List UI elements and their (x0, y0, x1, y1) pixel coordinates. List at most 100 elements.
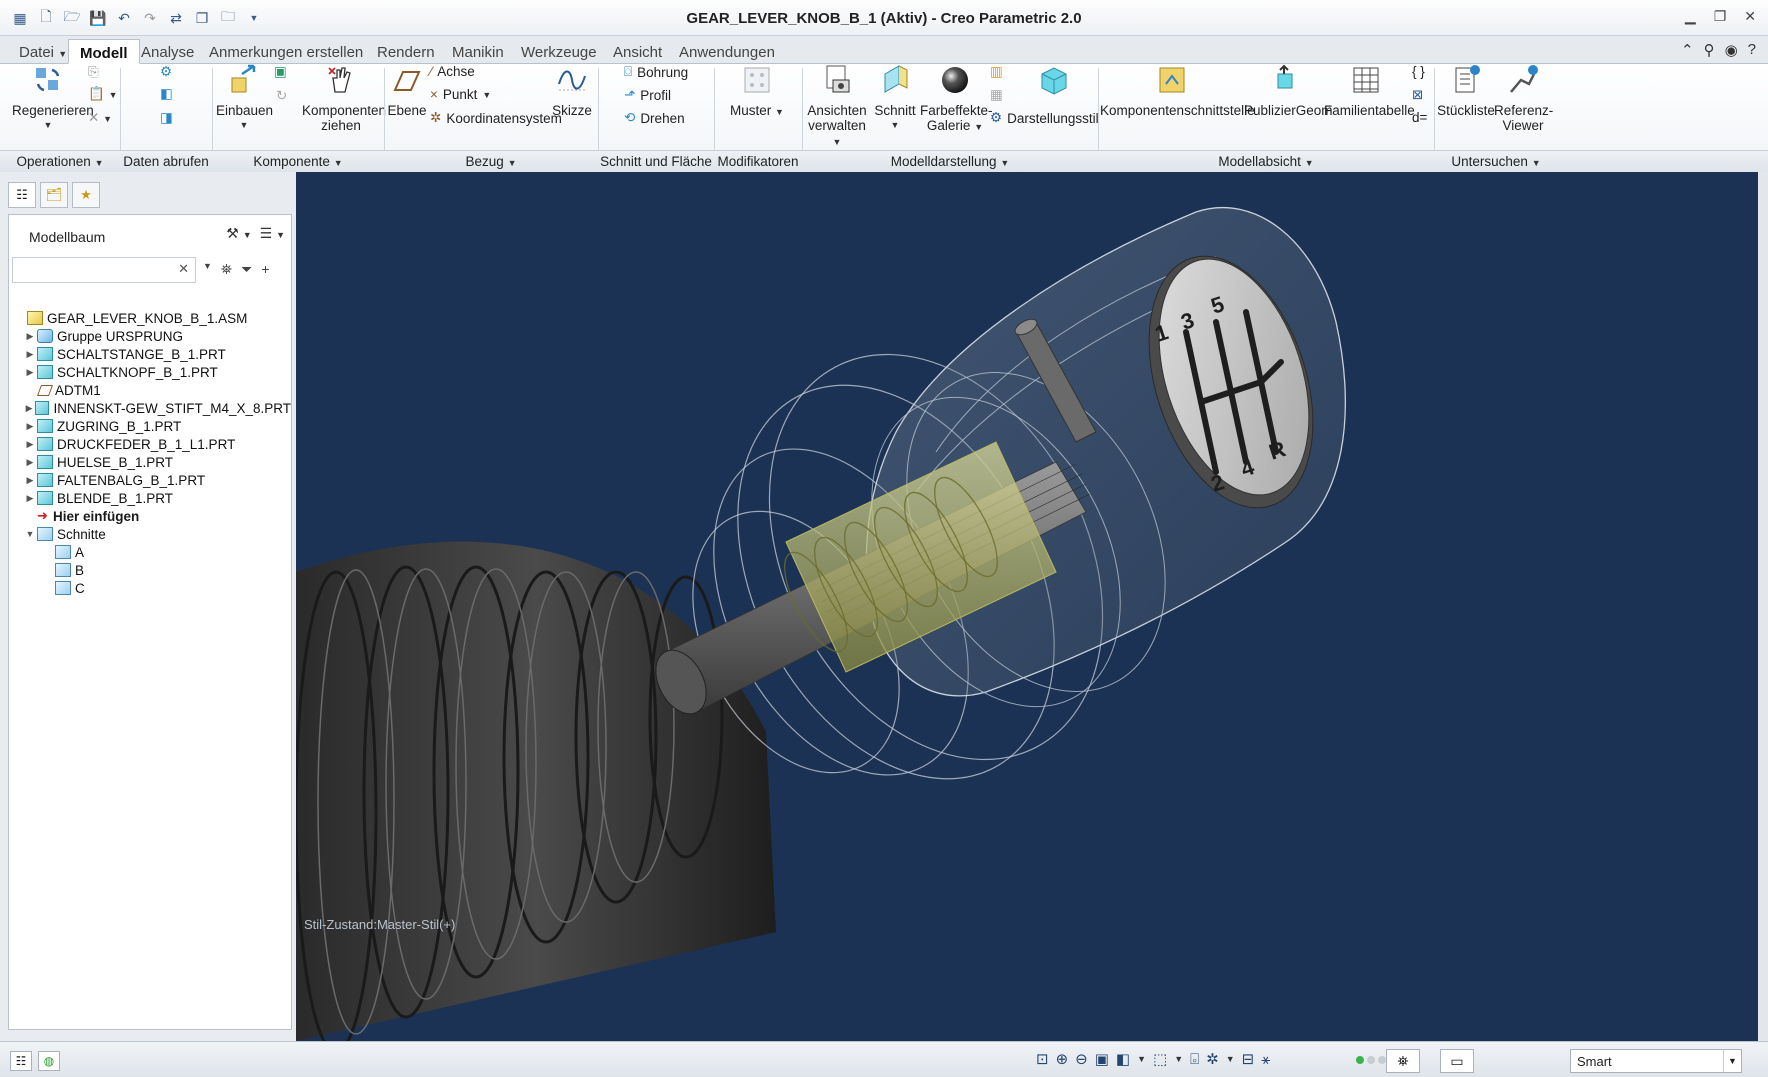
view-manager-icon[interactable]: ⌻ (1190, 1051, 1199, 1068)
merge-icon[interactable]: ◨ (160, 110, 173, 126)
help-icon[interactable]: ? (1748, 41, 1756, 59)
zoom-out-icon[interactable]: ⊖ (1075, 1050, 1088, 1068)
copy-geom-icon[interactable]: ⚙ (160, 64, 172, 80)
group-bezug[interactable]: Bezug ▼ (384, 154, 598, 169)
display-style-icon[interactable]: ◧ (1116, 1050, 1130, 1068)
group-modelldarstellung[interactable]: Modelldarstellung ▼ (802, 154, 1098, 169)
group-untersuchen[interactable]: Untersuchen ▼ (1434, 154, 1558, 169)
expand-toggle-icon[interactable]: ▶ (23, 331, 37, 342)
display-grid-icon[interactable]: ▦ (990, 87, 1003, 103)
group-komponente[interactable]: Komponente ▼ (212, 154, 384, 169)
shrinkwrap-icon[interactable]: ◧ (160, 86, 173, 102)
tab-werkzeuge[interactable]: Werkzeuge (510, 39, 608, 64)
display-style-small-icon[interactable]: ▥ (990, 64, 1003, 80)
datum-display-icon[interactable]: ✲ (1206, 1050, 1219, 1068)
expand-toggle-icon[interactable]: ▶ (23, 439, 37, 450)
paste-icon[interactable]: 📋 ▼ (88, 86, 117, 102)
expand-toggle-icon[interactable]: ▶ (23, 493, 37, 504)
expand-toggle-icon[interactable]: ▶ (23, 457, 37, 468)
tree-row[interactable]: ▶ BLENDE_B_1.PRT (13, 489, 291, 507)
tab-manikin[interactable]: Manikin (441, 39, 515, 64)
ebene-button[interactable]: Ebene (386, 64, 428, 118)
tree-row[interactable]: ▶ HUELSE_B_1.PRT (13, 453, 291, 471)
relations-icon[interactable]: ⊠ (1412, 87, 1423, 103)
group-modellabsicht[interactable]: Modellabsicht ▼ (1098, 154, 1434, 169)
darstellungsstil-button[interactable]: ⚙ Darstellungsstil (990, 110, 1099, 126)
refit-icon[interactable]: ⊡ (1036, 1050, 1049, 1068)
komponenten-ziehen-button[interactable]: Komponenten ziehen (302, 64, 386, 133)
search-icon[interactable]: ⚲ (1704, 41, 1715, 59)
profil-button[interactable]: ⬏ Profil (624, 87, 671, 103)
expand-toggle-icon[interactable]: ▶ (23, 475, 37, 486)
referenz-viewer-button[interactable]: Referenz- Viewer (1494, 64, 1553, 133)
braces-icon[interactable]: { } (1412, 64, 1425, 79)
komponentenschnittstelle-button[interactable]: Komponentenschnittstelle (1100, 64, 1255, 118)
group-operationen[interactable]: Operationen ▼ (0, 154, 120, 169)
display-style-cube-button[interactable] (1036, 64, 1072, 103)
favorites-tab-icon[interactable]: ★ (72, 182, 100, 208)
expand-toggle-icon[interactable]: ▶ (23, 403, 35, 414)
muster-button[interactable]: Muster ▼ (730, 64, 784, 120)
koordinatensystem-button[interactable]: ✲ Koordinatensystem (430, 110, 562, 126)
tree-settings-icon[interactable]: ⚒ ▼ (226, 225, 251, 242)
tree-row[interactable]: B (13, 561, 291, 579)
chevron-down-icon[interactable]: ▼ (1723, 1050, 1741, 1072)
tab-modell[interactable]: Modell (68, 39, 140, 64)
folder-browser-tab-icon[interactable]: 🗂 (40, 182, 68, 208)
zoom-in-icon[interactable]: ⊕ (1056, 1050, 1069, 1068)
familientabelle-button[interactable]: Familientabelle (1324, 64, 1415, 118)
tree-row[interactable]: ▶ Gruppe URSPRUNG (13, 327, 291, 345)
search-dropdown-icon[interactable]: ▼ (203, 261, 212, 278)
tab-anmerkungen[interactable]: Anmerkungen erstellen (198, 39, 374, 64)
parameters-button[interactable]: d= (1412, 110, 1427, 125)
selection-filter-select[interactable]: Smart ▼ (1570, 1049, 1742, 1073)
tree-row[interactable]: ▶ INNENSKT-GEW_STIFT_M4_X_8.PRT (13, 399, 291, 417)
community-icon[interactable]: ◉ (1725, 41, 1738, 59)
tree-columns-icon[interactable]: ☰ ▼ (260, 225, 285, 242)
tab-analyse[interactable]: Analyse (130, 39, 205, 64)
clear-search-icon[interactable]: ✕ (178, 261, 189, 277)
tab-rendern[interactable]: Rendern (366, 39, 446, 64)
annotation-display-icon[interactable]: ⊟ (1242, 1050, 1255, 1068)
tree-row[interactable]: ▶ DRUCKFEDER_B_1_L1.PRT (13, 435, 291, 453)
delete-icon[interactable]: ✕ ▼ (88, 110, 112, 126)
find-binoculars-icon[interactable]: ⛯ (221, 261, 232, 278)
model-tree-tab-icon[interactable]: ☷ (8, 182, 36, 208)
expand-toggle-icon[interactable]: ▼ (23, 529, 37, 539)
bohrung-button[interactable]: ⌼ Bohrung (624, 64, 688, 80)
toggle-navigator-icon[interactable]: ☷ (10, 1051, 32, 1071)
repeat-icon[interactable]: ↻ (276, 88, 287, 104)
expand-toggle-icon[interactable]: ▶ (23, 349, 37, 360)
publiziergeom-button[interactable]: PublizierGeom (1244, 64, 1333, 118)
achse-button[interactable]: ⁄ Achse (430, 64, 475, 79)
regenerieren-button[interactable]: Regenerieren ▼ (12, 64, 94, 133)
skizze-button[interactable]: Skizze (550, 64, 594, 118)
collapse-ribbon-icon[interactable]: ⌃ (1681, 41, 1694, 59)
add-column-icon[interactable]: + (261, 261, 269, 278)
tree-row[interactable]: ▶ SCHALTSTANGE_B_1.PRT (13, 345, 291, 363)
expand-toggle-icon[interactable]: ▶ (23, 367, 37, 378)
tree-search-input[interactable]: ✕ (12, 257, 196, 283)
selection-box-icon[interactable]: ▭ (1440, 1049, 1474, 1073)
maximize-icon[interactable]: ❐ (1714, 8, 1727, 25)
bellows-part[interactable] (296, 541, 776, 1041)
stueckliste-button[interactable]: Stückliste (1436, 64, 1496, 118)
gear-lever-knob-model[interactable]: 1 3 5 2 4 R (296, 172, 1758, 1041)
drehen-button[interactable]: ⟲ Drehen (624, 110, 685, 126)
graphics-viewport[interactable]: 1 3 5 2 4 R Stil-Zustand:Master-Stil(+) (296, 172, 1758, 1041)
tree-row[interactable]: ▶ FALTENBALG_B_1.PRT (13, 471, 291, 489)
tree-row[interactable]: ▶ SCHALTKNOPF_B_1.PRT (13, 363, 291, 381)
tree-row[interactable]: ▶ ZUGRING_B_1.PRT (13, 417, 291, 435)
copy-icon[interactable]: ⎘ (88, 64, 99, 80)
farbeffekte-button[interactable]: Farbeffekte- Galerie ▼ (920, 64, 993, 135)
filter-icon[interactable]: ⏷ (241, 261, 252, 278)
einbauen-button[interactable]: Einbauen ▼ (216, 64, 273, 133)
close-icon[interactable]: ✕ (1744, 8, 1756, 25)
schnitt-button[interactable]: Schnitt ▼ (872, 64, 918, 133)
repaint-icon[interactable]: ▣ (1095, 1050, 1109, 1068)
tree-row[interactable]: C (13, 579, 291, 597)
saved-orientations-icon[interactable]: ⬚ (1153, 1050, 1167, 1068)
toggle-browser-icon[interactable]: ◍ (38, 1051, 60, 1071)
tree-row[interactable]: ➜ Hier einfügen (13, 507, 291, 525)
spin-center-icon[interactable]: ⚹ (1261, 1051, 1270, 1068)
